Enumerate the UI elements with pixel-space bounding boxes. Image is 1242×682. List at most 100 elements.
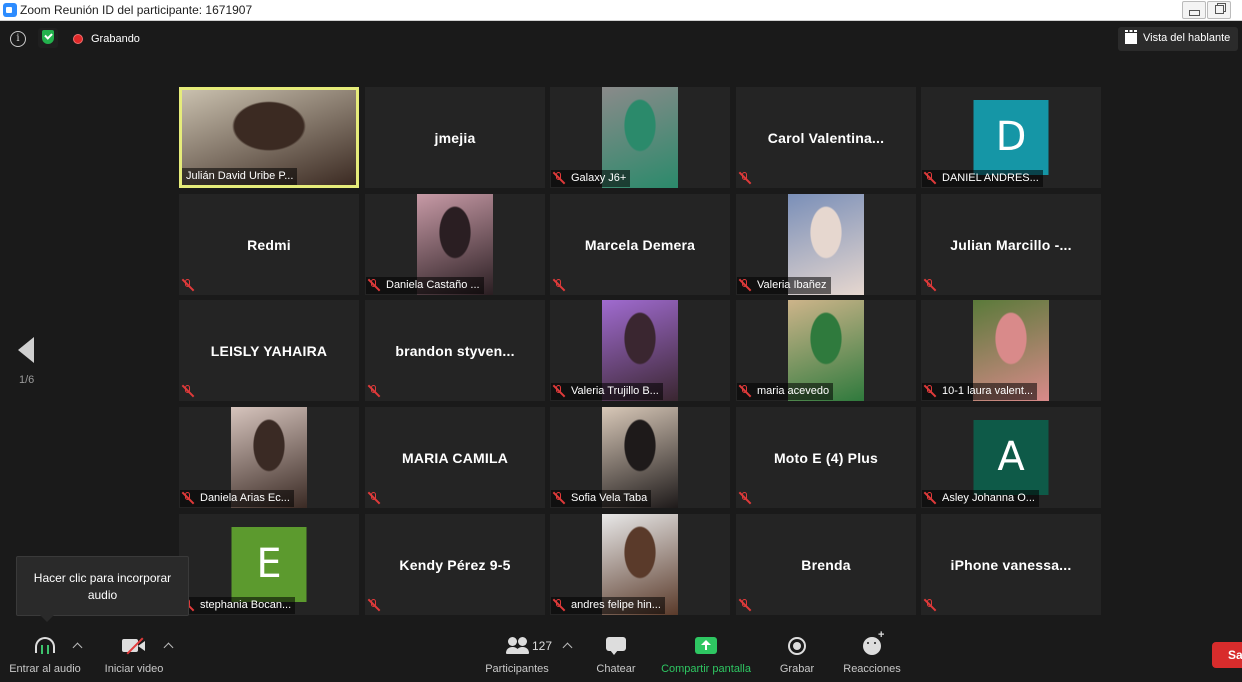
participant-tile[interactable]: Moto E (4) Plus <box>736 407 916 508</box>
restore-button[interactable] <box>1207 1 1231 19</box>
recording-label: Grabando <box>91 33 140 45</box>
participant-tile[interactable]: Julian Marcillo -... <box>921 194 1101 295</box>
page-indicator: 1/6 <box>19 374 35 386</box>
participant-tile[interactable]: Carol Valentina... <box>736 87 916 188</box>
microphone-muted-icon <box>182 279 194 291</box>
participant-tile[interactable]: Daniela Castaño ... <box>365 194 545 295</box>
participant-display-name: Carol Valentina... <box>767 130 885 146</box>
participants-icon <box>506 637 532 655</box>
participant-tile[interactable]: jmejia <box>365 87 545 188</box>
meeting-top-bar <box>0 20 1242 60</box>
participant-display-name: Brenda <box>801 557 851 573</box>
participant-name-label: Valeria Trujillo B... <box>551 383 663 400</box>
microphone-muted-icon <box>924 172 936 184</box>
participant-tile[interactable]: Valeria Ibañez <box>736 194 916 295</box>
microphone-muted-icon <box>368 385 380 397</box>
microphone-muted-icon <box>553 279 565 291</box>
reactions-button[interactable]: Reacciones <box>838 626 906 682</box>
microphone-muted-icon <box>739 385 751 397</box>
record-icon <box>788 637 806 655</box>
participant-display-name: LEISLY YAHAIRA <box>210 343 328 359</box>
video-camera-off-icon <box>122 637 146 655</box>
participant-name-label: Julián David Uribe P... <box>182 168 298 185</box>
record-label: Grabar <box>779 663 815 675</box>
meeting-controls: Entrar al audio Iniciar video Participan… <box>0 626 1242 682</box>
participant-tile[interactable]: Galaxy J6+ <box>550 87 730 188</box>
participants-count: 127 <box>532 639 553 653</box>
microphone-muted-icon <box>553 492 565 504</box>
join-audio-button[interactable]: Entrar al audio <box>0 626 90 682</box>
microphone-muted-icon <box>182 385 194 397</box>
microphone-muted-icon <box>924 599 936 611</box>
tooltip-line-1: Hacer clic para incorporar <box>33 571 172 585</box>
share-screen-button[interactable]: Compartir pantalla <box>656 626 756 682</box>
participant-display-name: jmejia <box>434 130 476 146</box>
participant-name-label: maria acevedo <box>737 383 834 400</box>
participant-display-name: Redmi <box>247 237 291 253</box>
participant-tile[interactable]: LEISLY YAHAIRA <box>179 300 359 401</box>
participant-tile[interactable]: maria acevedo <box>736 300 916 401</box>
info-icon[interactable]: i <box>10 31 26 47</box>
shield-icon[interactable] <box>38 28 58 48</box>
speaker-view-label: Vista del hablante <box>1143 32 1231 44</box>
participant-tile[interactable]: A Asley Johanna O... <box>921 407 1101 508</box>
headphones-icon <box>35 637 55 655</box>
participant-tile[interactable]: Kendy Pérez 9-5 <box>365 514 545 615</box>
participant-tile[interactable]: Brenda <box>736 514 916 615</box>
microphone-muted-icon <box>553 599 565 611</box>
join-audio-tooltip: Hacer clic para incorporar audio <box>16 556 189 622</box>
participant-tile[interactable]: Redmi <box>179 194 359 295</box>
avatar: A <box>973 420 1049 495</box>
participant-display-name: Julian Marcillo -... <box>950 237 1072 253</box>
participant-name-label: Sofia Vela Taba <box>551 490 652 507</box>
participants-options-chevron-icon[interactable] <box>562 642 573 653</box>
reactions-icon <box>863 629 884 655</box>
microphone-muted-icon <box>924 385 936 397</box>
participant-tile[interactable]: 10-1 laura valent... <box>921 300 1101 401</box>
participant-tile[interactable]: Marcela Demera <box>550 194 730 295</box>
participant-display-name: iPhone vanessa... <box>950 557 1072 573</box>
start-video-button[interactable]: Iniciar video <box>96 626 172 682</box>
participant-tile[interactable]: Sofia Vela Taba <box>550 407 730 508</box>
participant-tile[interactable]: andres felipe hin... <box>550 514 730 615</box>
participant-tile[interactable]: Daniela Arias Ec... <box>179 407 359 508</box>
participant-tile[interactable]: iPhone vanessa... <box>921 514 1101 615</box>
participant-tile[interactable]: Julián David Uribe P... <box>179 87 359 188</box>
microphone-muted-icon <box>739 599 751 611</box>
chat-button[interactable]: Chatear <box>590 626 642 682</box>
recording-icon <box>73 34 83 44</box>
start-video-label: Iniciar video <box>104 663 164 675</box>
microphone-muted-icon <box>553 172 565 184</box>
participant-tile[interactable]: brandon styven... <box>365 300 545 401</box>
reactions-label: Reacciones <box>843 663 901 675</box>
participant-name-label: Daniela Arias Ec... <box>180 490 294 507</box>
join-audio-label: Entrar al audio <box>9 663 81 675</box>
participant-display-name: Marcela Demera <box>584 237 696 253</box>
microphone-muted-icon <box>368 599 380 611</box>
title-bar: Zoom Reunión ID del participante: 167190… <box>0 0 1242 21</box>
participants-button[interactable]: Participantes <box>478 626 556 682</box>
microphone-muted-icon <box>739 279 751 291</box>
participant-tile[interactable]: MARIA CAMILA <box>365 407 545 508</box>
microphone-muted-icon <box>368 279 380 291</box>
participant-tile[interactable]: D DANIEL ANDRES... <box>921 87 1101 188</box>
leave-button[interactable]: Salir <box>1212 642 1242 668</box>
participants-label: Participantes <box>485 663 549 675</box>
microphone-muted-icon <box>924 492 936 504</box>
avatar: E <box>231 527 307 602</box>
speaker-view-button[interactable]: Vista del hablante <box>1118 27 1238 51</box>
zoom-logo-icon <box>3 3 17 17</box>
participant-name-label: stephania Bocan... <box>180 597 296 614</box>
participant-name-label: DANIEL ANDRES... <box>922 170 1043 187</box>
microphone-muted-icon <box>368 492 380 504</box>
share-screen-label: Compartir pantalla <box>661 663 751 675</box>
microphone-muted-icon <box>182 492 194 504</box>
tooltip-line-2: audio <box>87 588 118 602</box>
previous-page-arrow-icon[interactable] <box>18 337 34 363</box>
participant-display-name: MARIA CAMILA <box>401 450 509 466</box>
participant-tile[interactable]: Estephania Bocan... <box>179 514 359 615</box>
minimize-button[interactable] <box>1182 1 1206 19</box>
participant-tile[interactable]: Valeria Trujillo B... <box>550 300 730 401</box>
participant-name-label: Valeria Ibañez <box>737 277 831 294</box>
record-button[interactable]: Grabar <box>772 626 822 682</box>
